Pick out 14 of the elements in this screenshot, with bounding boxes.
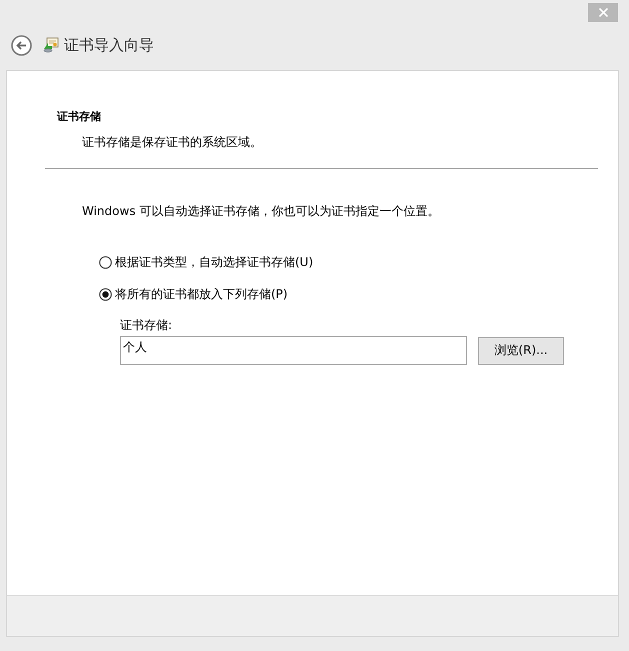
intro-text: Windows 可以自动选择证书存储，你也可以为证书指定一个位置。 <box>82 203 440 219</box>
page-description: 证书存储是保存证书的系统区域。 <box>82 134 263 150</box>
store-input-field[interactable]: 个人 <box>120 336 467 365</box>
browse-button[interactable]: 浏览(R)... <box>478 336 564 364</box>
radio-label[interactable]: 将所有的证书都放入下列存储(P) <box>115 286 288 302</box>
field-label: 证书存储: <box>120 317 172 333</box>
radio-button[interactable] <box>99 256 112 268</box>
back-button[interactable] <box>11 34 32 56</box>
radio-label[interactable]: 根据证书类型，自动选择证书存储(U) <box>115 254 314 270</box>
close-icon <box>598 8 608 17</box>
window-title: 证书导入向导 <box>64 36 154 54</box>
certificate-icon <box>43 37 59 53</box>
page-heading: 证书存储 <box>57 110 102 124</box>
radio-button[interactable] <box>99 288 112 300</box>
